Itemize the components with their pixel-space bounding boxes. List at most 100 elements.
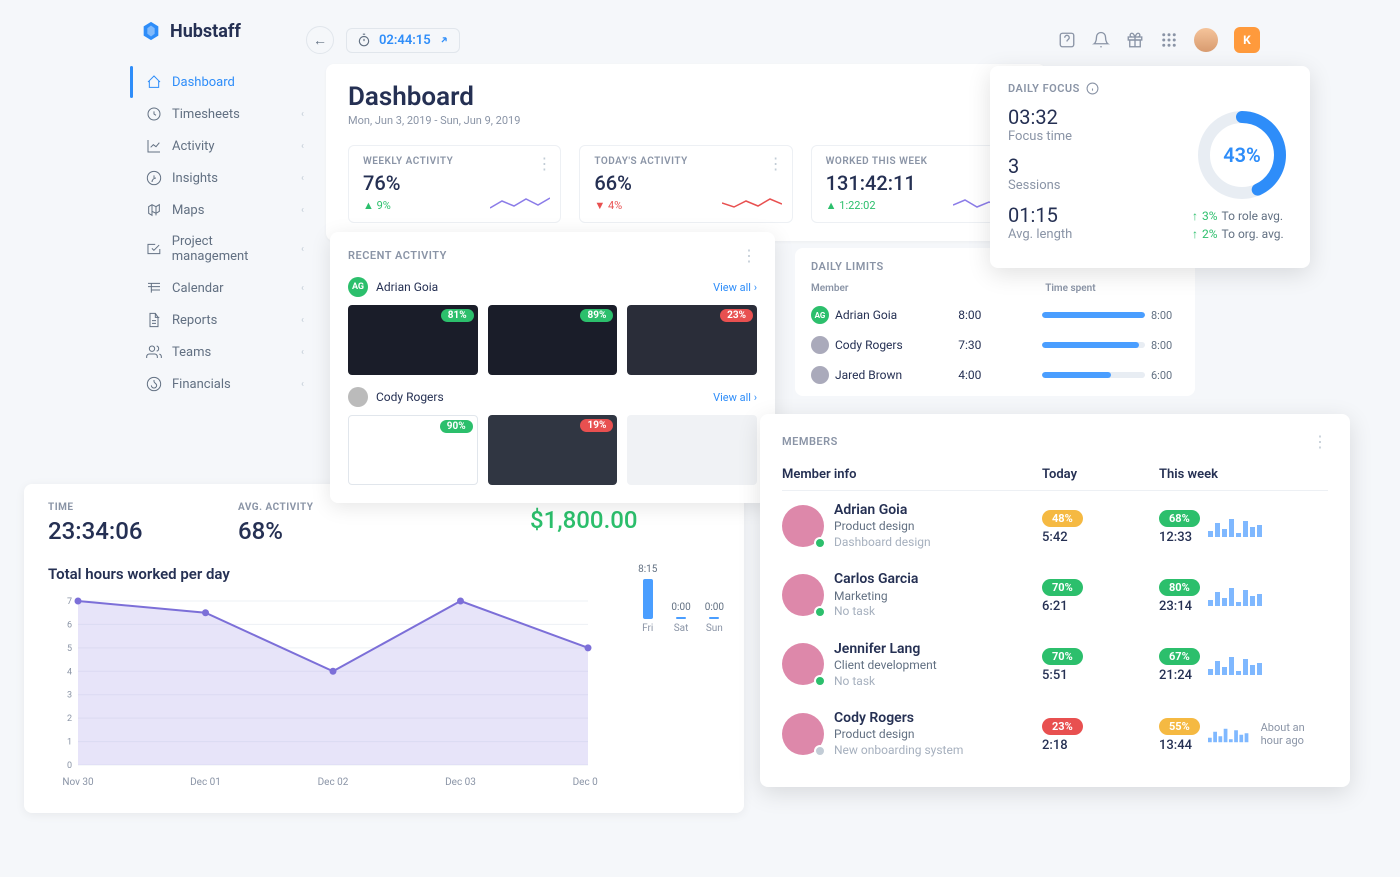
activity-user-row: AGAdrian GoiaView all ›81%89%23% bbox=[348, 277, 757, 375]
metric-menu[interactable]: ⋮ bbox=[536, 154, 552, 173]
status-dot bbox=[814, 537, 826, 549]
member-avatar[interactable] bbox=[782, 643, 824, 685]
view-all-link[interactable]: View all › bbox=[713, 281, 757, 294]
hubstaff-icon bbox=[140, 20, 162, 42]
user-name: Cody Rogers bbox=[376, 390, 444, 404]
sidebar-item-calendar[interactable]: Calendar‹ bbox=[140, 272, 310, 304]
members-card: MEMBERS ⋮ Member info Today This week Ad… bbox=[760, 414, 1350, 787]
nav-label: Reports bbox=[172, 313, 217, 328]
time-spent: 8:00 bbox=[958, 308, 1042, 322]
sidebar-item-maps[interactable]: Maps‹ bbox=[140, 194, 310, 226]
svg-text:1: 1 bbox=[67, 738, 72, 748]
member-name: Cody Rogers bbox=[834, 709, 963, 727]
sidebar-item-activity[interactable]: Activity‹ bbox=[140, 130, 310, 162]
line-chart: 01234567Nov 30Dec 01Dec 02Dec 03Dec 04 bbox=[48, 591, 598, 791]
time-label: TIME bbox=[48, 502, 198, 513]
limit-row: Jared Brown4:006:00 bbox=[811, 366, 1179, 384]
sidebar-item-reports[interactable]: Reports ‹ bbox=[140, 304, 310, 336]
svg-text:2: 2 bbox=[67, 714, 72, 724]
view-all-link[interactable]: View all › bbox=[713, 391, 757, 404]
sidebar-item-project-management[interactable]: Project management‹ bbox=[140, 226, 310, 272]
sidebar-item-timesheets[interactable]: Timesheets‹ bbox=[140, 98, 310, 130]
activity-badge: 19% bbox=[580, 419, 613, 432]
today-pct-badge: 70% bbox=[1042, 648, 1083, 665]
sparkline bbox=[722, 192, 782, 214]
sidebar-item-teams[interactable]: Teams‹ bbox=[140, 336, 310, 368]
bar-value: 8:15 bbox=[638, 564, 657, 575]
daily-focus-card: DAILY FOCUS 03:32Focus time 3Sessions 01… bbox=[990, 66, 1310, 268]
metric-title: WORKED THIS WEEK bbox=[826, 156, 1009, 167]
screenshot-thumb[interactable]: 81% bbox=[348, 305, 478, 375]
nav-label: Insights bbox=[172, 171, 218, 186]
screenshot-thumb[interactable]: 23% bbox=[627, 305, 757, 375]
time-value: 23:34:06 bbox=[48, 517, 198, 545]
info-icon[interactable] bbox=[1086, 82, 1099, 95]
screenshot-thumb[interactable]: 89% bbox=[488, 305, 618, 375]
chevron-icon: ‹ bbox=[301, 315, 304, 326]
today-pct-badge: 23% bbox=[1042, 718, 1083, 735]
user-avatar: AG bbox=[811, 306, 829, 324]
member-avatar[interactable] bbox=[782, 505, 824, 547]
member-name: Jennifer Lang bbox=[834, 640, 937, 658]
members-menu[interactable]: ⋮ bbox=[1312, 432, 1328, 451]
recent-activity-title: RECENT ACTIVITY bbox=[348, 249, 447, 262]
member-row: Carlos GarciaMarketingNo task 70%6:21 80… bbox=[782, 560, 1328, 629]
member-row: Jennifer LangClient developmentNo task 7… bbox=[782, 630, 1328, 699]
timer[interactable]: 02:44:15 bbox=[346, 28, 460, 53]
back-button[interactable]: ← bbox=[306, 26, 334, 54]
member-name: Adrian Goia bbox=[835, 308, 897, 322]
sidebar-item-financials[interactable]: Financials‹ bbox=[140, 368, 310, 400]
user-avatar bbox=[348, 387, 368, 407]
day-bar: 0:00Sat bbox=[671, 602, 690, 634]
role-cmp-label: To role avg. bbox=[1222, 209, 1284, 223]
brand-logo[interactable]: Hubstaff bbox=[140, 20, 310, 42]
week-sparkbar bbox=[1208, 515, 1268, 537]
avatar[interactable] bbox=[1194, 28, 1218, 52]
apps-icon[interactable] bbox=[1160, 31, 1178, 49]
daily-focus-title: DAILY FOCUS bbox=[1008, 82, 1080, 95]
activity-badge: 23% bbox=[720, 309, 753, 322]
org-delta: 2% bbox=[1202, 227, 1218, 241]
recent-activity-menu[interactable]: ⋮ bbox=[741, 246, 757, 265]
sidebar-item-insights[interactable]: Insights‹ bbox=[140, 162, 310, 194]
week-time: 13:44 bbox=[1159, 738, 1200, 753]
screenshot-thumb[interactable]: 90% bbox=[348, 415, 478, 485]
chevron-icon: ‹ bbox=[301, 347, 304, 358]
focus-time-value: 03:32 bbox=[1008, 105, 1172, 129]
sparkline bbox=[490, 192, 550, 214]
metric-menu[interactable]: ⋮ bbox=[768, 154, 784, 173]
member-task: No task bbox=[834, 604, 918, 620]
activity-badge: 81% bbox=[441, 309, 474, 322]
user-avatar bbox=[811, 366, 829, 384]
svg-text:Dec 01: Dec 01 bbox=[190, 777, 221, 788]
user-badge[interactable]: K bbox=[1234, 27, 1260, 53]
daily-limits-card: DAILY LIMITS Member Time spent AGAdrian … bbox=[795, 248, 1195, 396]
arrow-up-icon: ↑ bbox=[1192, 227, 1198, 241]
progress-bar bbox=[1042, 342, 1145, 348]
today-time: 5:42 bbox=[1042, 530, 1159, 545]
arrow-up-icon: ↑ bbox=[1192, 209, 1198, 223]
sidebar-item-dashboard[interactable]: Dashboard bbox=[140, 66, 310, 98]
week-pct-badge: 80% bbox=[1159, 579, 1200, 596]
col-this-week: This week bbox=[1159, 467, 1328, 482]
member-role: Client development bbox=[834, 658, 937, 674]
gift-icon[interactable] bbox=[1126, 31, 1144, 49]
screenshot-thumb[interactable]: 19% bbox=[488, 415, 618, 485]
stats-card: TIME 23:34:06 AVG. ACTIVITY 68% $1,800.0… bbox=[24, 484, 744, 813]
chevron-icon: ‹ bbox=[301, 379, 304, 390]
limit-row: AGAdrian Goia8:008:00 bbox=[811, 306, 1179, 324]
avg-activity-value: 68% bbox=[238, 517, 388, 545]
week-pct-badge: 68% bbox=[1159, 510, 1200, 527]
member-avatar[interactable] bbox=[782, 574, 824, 616]
member-role: Product design bbox=[834, 519, 931, 535]
nav-label: Calendar bbox=[172, 281, 224, 296]
svg-text:4: 4 bbox=[67, 667, 72, 677]
member-avatar[interactable] bbox=[782, 713, 824, 755]
screenshot-thumb[interactable] bbox=[627, 415, 757, 485]
help-icon[interactable] bbox=[1058, 31, 1076, 49]
today-time: 6:21 bbox=[1042, 599, 1159, 614]
nav-icon bbox=[146, 280, 162, 296]
progress-bar bbox=[1042, 372, 1145, 378]
avg-activity-label: AVG. ACTIVITY bbox=[238, 502, 388, 513]
bell-icon[interactable] bbox=[1092, 31, 1110, 49]
